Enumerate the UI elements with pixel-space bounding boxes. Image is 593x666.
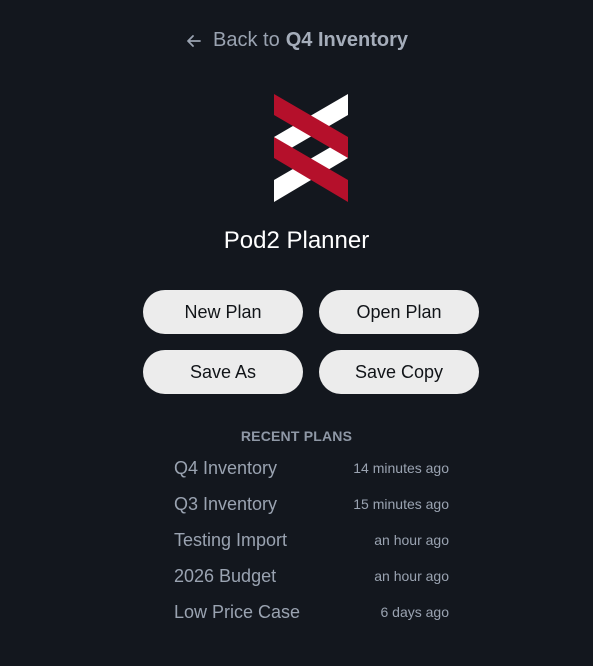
new-plan-button[interactable]: New Plan	[143, 290, 303, 334]
pod2-logo	[273, 94, 349, 204]
recent-plan-time: an hour ago	[374, 532, 449, 548]
recent-plan-name: Q3 Inventory	[174, 493, 278, 514]
recent-plan-item[interactable]: Q3 Inventory 15 minutes ago	[174, 486, 449, 522]
recent-plan-time: an hour ago	[374, 568, 449, 584]
recent-plan-time: 15 minutes ago	[353, 496, 449, 512]
recent-plans-list: Q4 Inventory 14 minutes ago Q3 Inventory…	[174, 450, 449, 630]
recent-plans-heading: RECENT PLANS	[240, 428, 353, 444]
recent-plan-time: 14 minutes ago	[353, 460, 449, 476]
recent-plan-name: Q4 Inventory	[174, 457, 278, 478]
recent-plan-name: Testing Import	[174, 529, 288, 550]
save-copy-button[interactable]: Save Copy	[319, 350, 479, 394]
save-as-button[interactable]: Save As	[143, 350, 303, 394]
open-plan-button[interactable]: Open Plan	[319, 290, 479, 334]
recent-plan-time: 6 days ago	[380, 604, 450, 620]
recent-plan-item[interactable]: Low Price Case 6 days ago	[174, 594, 449, 630]
recent-plan-name: 2026 Budget	[174, 565, 277, 586]
recent-plan-item[interactable]: 2026 Budget an hour ago	[174, 558, 449, 594]
arrow-left-icon	[185, 32, 203, 50]
back-link[interactable]: Back to Q4 Inventory	[0, 29, 593, 52]
start-screen: Back to Q4 Inventory Pod2 Planner New Pl…	[0, 0, 593, 666]
back-link-target: Q4 Inventory	[285, 29, 408, 51]
app-title: Pod2 Planner	[223, 227, 370, 254]
recent-plan-item[interactable]: Testing Import an hour ago	[174, 522, 449, 558]
recent-plan-name: Low Price Case	[174, 601, 301, 622]
recent-plan-item[interactable]: Q4 Inventory 14 minutes ago	[174, 450, 449, 486]
back-link-prefix: Back to	[213, 29, 280, 51]
